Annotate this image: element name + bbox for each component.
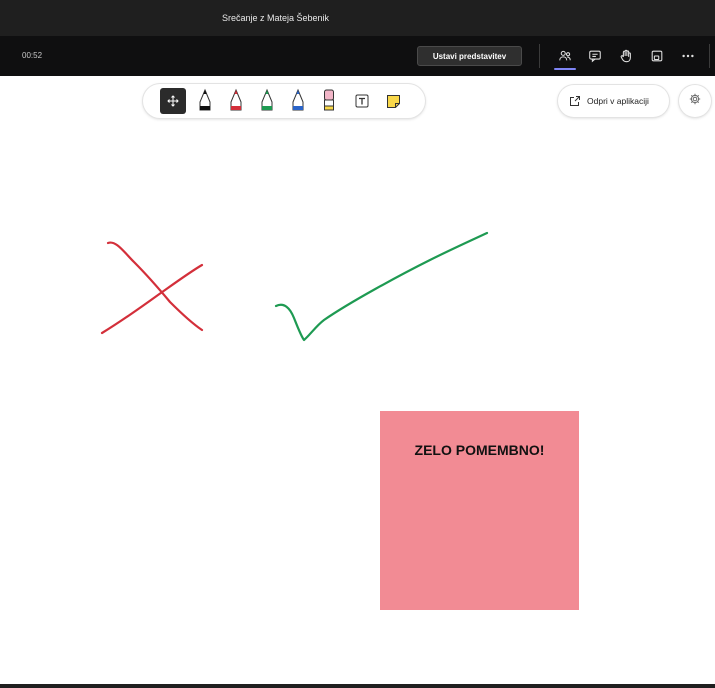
sticky-note[interactable]: ZELO POMEMBNO! xyxy=(380,411,579,610)
green-check-mark[interactable] xyxy=(274,231,489,342)
whiteboard-canvas[interactable] xyxy=(0,0,715,688)
red-x-mark[interactable] xyxy=(100,241,204,335)
bottom-bar xyxy=(0,684,715,688)
sticky-note-text: ZELO POMEMBNO! xyxy=(414,442,545,458)
